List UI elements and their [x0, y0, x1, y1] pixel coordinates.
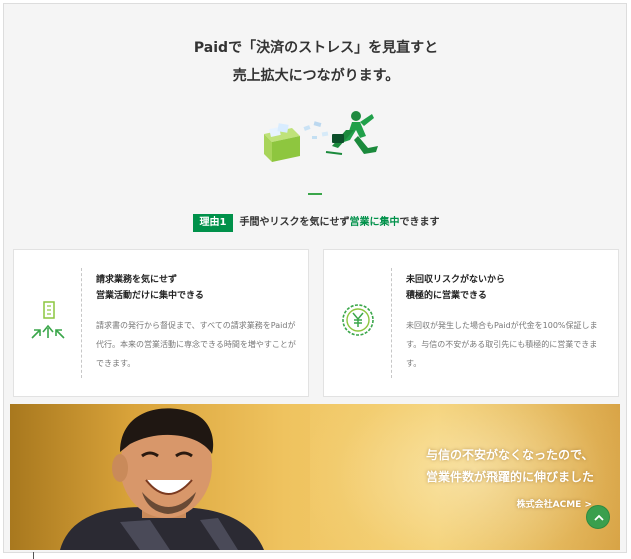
testimonial-company-link[interactable]: 株式会社ACME > [517, 497, 592, 510]
running-businessman-illustration [264, 111, 378, 162]
yen-seal-icon [334, 296, 382, 344]
card-title: 請求業務を気にせず 営業活動だけに集中できる [96, 275, 204, 301]
section-accent-line [308, 193, 322, 195]
text-cursor [33, 552, 34, 559]
company-name: 株式会社ACME [516, 500, 582, 510]
businessman-icon [325, 111, 378, 155]
reason-highlight: 営業に集中 [349, 217, 400, 228]
card-title: 未回収リスクがないから 積極的に営業できる [406, 275, 506, 301]
testimonial-banner[interactable]: 与信の不安がなくなったので、 営業件数が飛躍的に伸びました 株式会社ACME > [10, 404, 620, 550]
reason-badge: 理由1 [192, 214, 234, 232]
feature-card-billing: 請求業務を気にせず 営業活動だけに集中できる 請求書の発行から督促まで、すべての… [13, 249, 309, 397]
card-body: 未回収が発生した場合もPaidが代金を100%保証します。与信の不安がある取引先… [406, 321, 598, 368]
card-divider [81, 268, 82, 378]
chevron-up-icon [594, 514, 604, 521]
headline-line-2: 売上拡大につながります。 [232, 68, 400, 84]
scroll-to-top-button[interactable] [586, 505, 610, 529]
page-headline: Paidで「決済のストレス」を見直すと 売上拡大につながります。 [4, 34, 628, 90]
reason-heading: 理由1 手間やリスクを気にせず営業に集中できます [4, 213, 628, 233]
box-icon [264, 123, 300, 162]
testimonial-quote: 与信の不安がなくなったので、 営業件数が飛躍的に伸びました [425, 448, 594, 484]
smiling-man-photo [60, 408, 264, 550]
reason-text-before: 手間やリスクを気にせず [239, 217, 350, 228]
card-divider [391, 268, 392, 378]
headline-line-1: Paidで「決済のストレス」を見直すと [193, 40, 439, 56]
content-section: Paidで「決済のストレス」を見直すと 売上拡大につながります。 理由1 手間や… [3, 3, 627, 553]
building-arrows-icon [24, 296, 72, 344]
reason-text-after: できます [399, 217, 440, 228]
card-body: 請求書の発行から督促まで、すべての請求業務をPaidが代行。本来の営業活動に専念… [96, 321, 296, 368]
feature-card-risk: 未回収リスクがないから 積極的に営業できる 未回収が発生した場合もPaidが代金… [323, 249, 619, 397]
